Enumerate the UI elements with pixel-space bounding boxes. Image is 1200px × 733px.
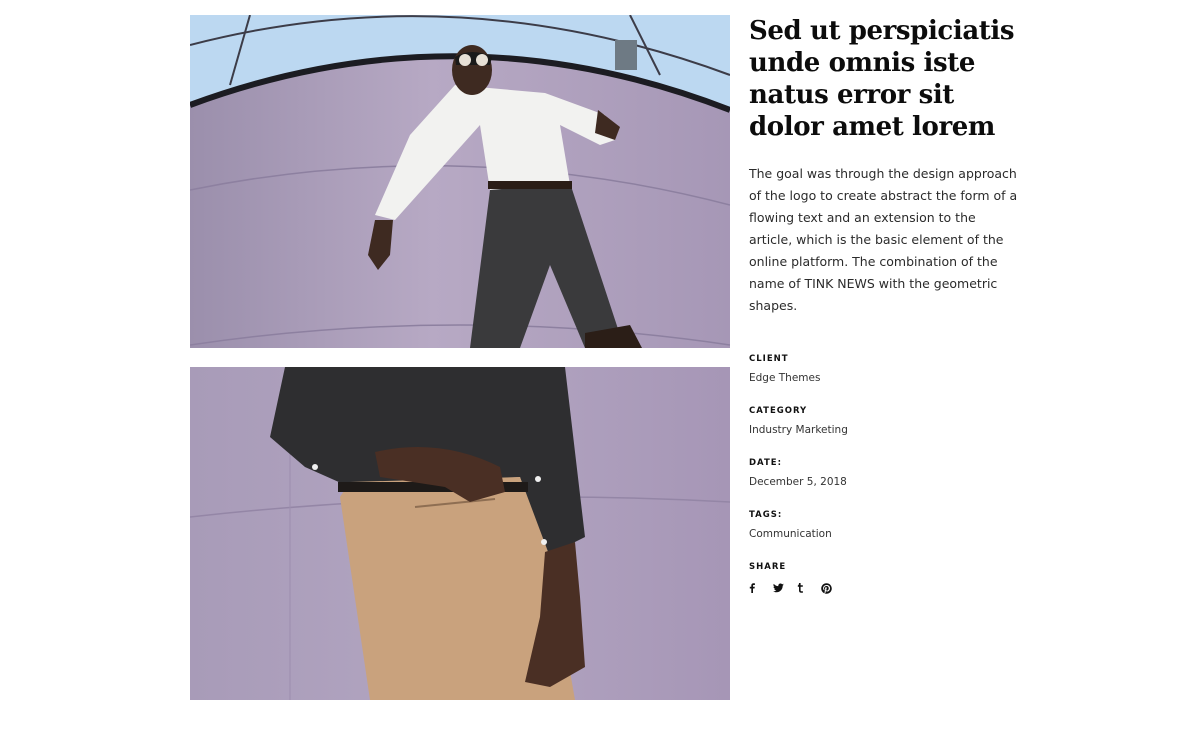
project-description: The goal was through the design approach… <box>749 166 1018 313</box>
tumblr-icon[interactable] <box>797 581 821 595</box>
pinterest-icon[interactable] <box>821 581 845 595</box>
twitter-icon[interactable] <box>773 581 797 595</box>
project-title: Sed ut perspiciatis unde omnis iste natu… <box>749 16 1015 142</box>
meta-share: SHARE <box>749 561 1019 613</box>
meta-category-value[interactable]: Industry Marketing <box>749 423 1019 437</box>
meta-tags: TAGS: Communication <box>749 509 1019 561</box>
meta-share-label: SHARE <box>749 562 787 572</box>
project-info: Sed ut perspiciatis unde omnis iste natu… <box>749 15 1019 613</box>
meta-date-label: DATE: <box>749 458 782 468</box>
meta-date-value: December 5, 2018 <box>749 476 847 488</box>
facebook-icon[interactable] <box>749 581 773 595</box>
meta-client-value: Edge Themes <box>749 372 821 384</box>
gallery-image-bottom[interactable] <box>190 367 730 700</box>
meta-client-label: CLIENT <box>749 354 789 364</box>
gallery-image-top[interactable] <box>190 15 730 348</box>
meta-date: DATE: December 5, 2018 <box>749 457 1019 509</box>
share-icon-row <box>749 581 1019 595</box>
project-meta-list: CLIENT Edge Themes CATEGORY Industry Mar… <box>749 353 1019 613</box>
meta-client: CLIENT Edge Themes <box>749 353 1019 405</box>
meta-category-label: CATEGORY <box>749 406 808 416</box>
photo-hands-behind-back <box>190 367 730 700</box>
meta-tags-label: TAGS: <box>749 510 783 520</box>
meta-tags-value[interactable]: Communication <box>749 527 1019 541</box>
meta-category: CATEGORY Industry Marketing <box>749 405 1019 457</box>
photo-man-white-shirt <box>190 15 730 348</box>
